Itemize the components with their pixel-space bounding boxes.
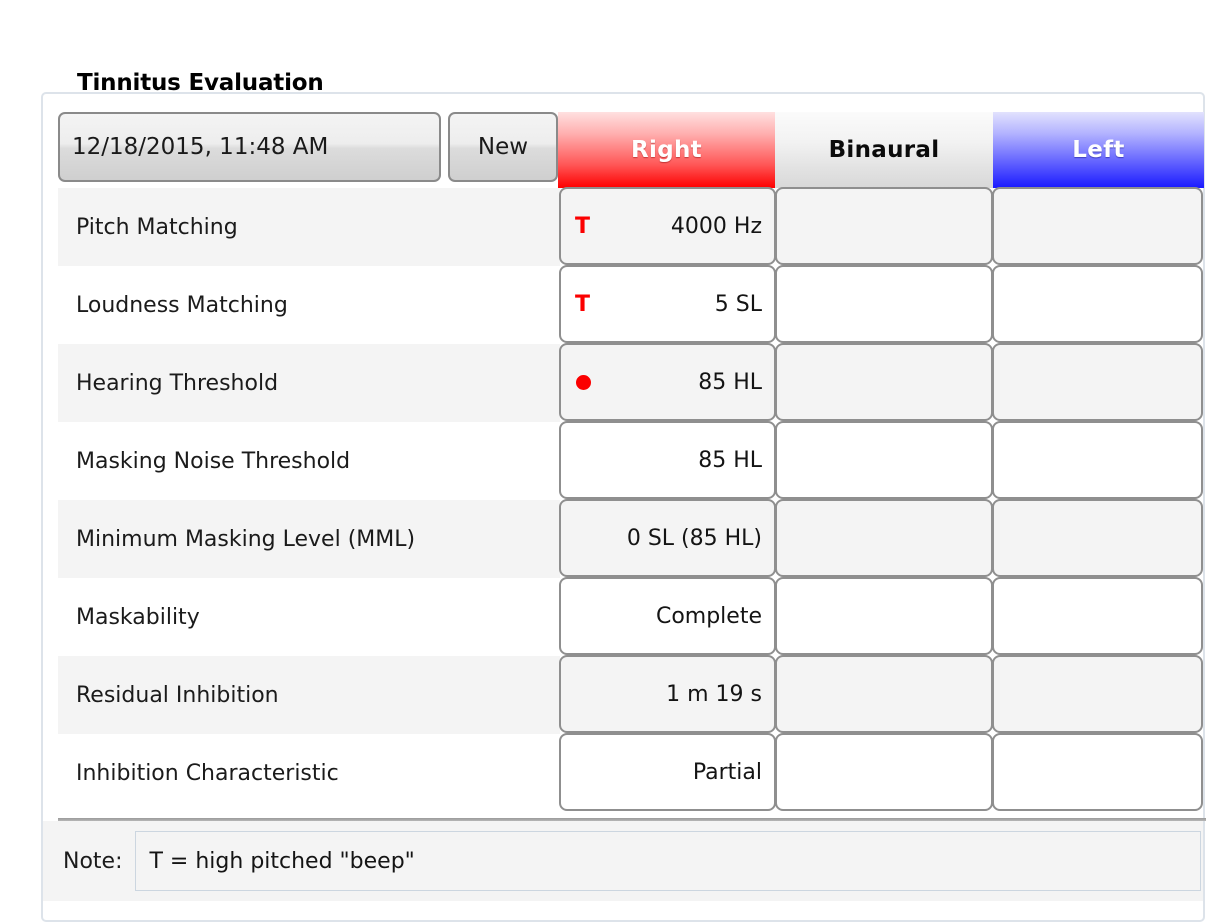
cell-right[interactable]: Complete xyxy=(559,577,776,655)
tab-left-label: Left xyxy=(1072,137,1125,163)
cell-binaural[interactable] xyxy=(775,343,993,421)
cell-right[interactable]: 85 HL xyxy=(559,421,776,499)
note-value: T = high pitched "beep" xyxy=(149,848,415,874)
cell-right[interactable]: Partial xyxy=(559,733,776,811)
tab-right-label: Right xyxy=(631,137,702,163)
session-date-dropdown[interactable]: 12/18/2015, 11:48 AM xyxy=(58,112,441,182)
cell-right-value: Complete xyxy=(655,603,762,629)
row-label: Residual Inhibition xyxy=(58,656,560,734)
cell-right-value: 85 HL xyxy=(698,369,762,395)
cell-right[interactable]: 85 HL xyxy=(559,343,776,421)
table-row: Loudness Matching T 5 SL xyxy=(58,265,1206,344)
table-row: Inhibition Characteristic Partial xyxy=(58,733,1206,812)
row-label: Loudness Matching xyxy=(58,266,560,344)
cell-right[interactable]: 0 SL (85 HL) xyxy=(559,499,776,577)
row-label: Hearing Threshold xyxy=(58,344,560,422)
cell-right[interactable]: T 5 SL xyxy=(559,265,776,343)
cell-binaural[interactable] xyxy=(775,499,993,577)
cell-right-value: 1 m 19 s xyxy=(666,681,762,707)
cell-left[interactable] xyxy=(992,421,1203,499)
table-row: Maskability Complete xyxy=(58,577,1206,656)
tinnitus-evaluation-page: Tinnitus Evaluation 12/18/2015, 11:48 AM… xyxy=(0,0,1226,922)
cell-left[interactable] xyxy=(992,733,1203,811)
table-row: Residual Inhibition 1 m 19 s xyxy=(58,655,1206,734)
cell-binaural[interactable] xyxy=(775,187,993,265)
cell-right-value: 85 HL xyxy=(698,447,762,473)
table-row: Hearing Threshold 85 HL xyxy=(58,343,1206,422)
cell-binaural[interactable] xyxy=(775,421,993,499)
tinnitus-marker-icon: T xyxy=(575,291,591,317)
row-label: Pitch Matching xyxy=(58,188,560,266)
note-label: Note: xyxy=(63,848,123,874)
table-row: Masking Noise Threshold 85 HL xyxy=(58,421,1206,500)
cell-right-value: 5 SL xyxy=(714,291,762,317)
row-label: Inhibition Characteristic xyxy=(58,734,560,812)
cell-right-value: 0 SL (85 HL) xyxy=(626,525,762,551)
table-row: Minimum Masking Level (MML) 0 SL (85 HL) xyxy=(58,499,1206,578)
tab-binaural[interactable]: Binaural xyxy=(775,112,993,188)
threshold-dot-icon xyxy=(576,374,591,390)
table-row: Pitch Matching T 4000 Hz xyxy=(58,187,1206,266)
tab-binaural-label: Binaural xyxy=(828,137,940,163)
cell-right[interactable]: T 4000 Hz xyxy=(559,187,776,265)
tab-right[interactable]: Right xyxy=(558,112,775,188)
evaluation-table: 12/18/2015, 11:48 AM New Right Binaural … xyxy=(58,112,1206,812)
cell-binaural[interactable] xyxy=(775,577,993,655)
cell-left[interactable] xyxy=(992,265,1203,343)
tinnitus-marker-icon: T xyxy=(575,213,591,239)
cell-binaural[interactable] xyxy=(775,265,993,343)
cell-left[interactable] xyxy=(992,655,1203,733)
cell-binaural[interactable] xyxy=(775,733,993,811)
cell-right-value: Partial xyxy=(692,759,762,785)
cell-left[interactable] xyxy=(992,187,1203,265)
row-label: Masking Noise Threshold xyxy=(58,422,560,500)
cell-binaural[interactable] xyxy=(775,655,993,733)
note-input[interactable]: T = high pitched "beep" xyxy=(134,831,1201,891)
table-header-row: 12/18/2015, 11:48 AM New Right Binaural … xyxy=(58,112,1206,188)
cell-right[interactable]: 1 m 19 s xyxy=(559,655,776,733)
note-row: Note: T = high pitched "beep" xyxy=(43,821,1203,901)
cell-right-value: 4000 Hz xyxy=(670,213,762,239)
cell-left[interactable] xyxy=(992,577,1203,655)
cell-left[interactable] xyxy=(992,499,1203,577)
cell-left[interactable] xyxy=(992,343,1203,421)
row-label: Maskability xyxy=(58,578,560,656)
tab-left[interactable]: Left xyxy=(993,112,1204,188)
row-label: Minimum Masking Level (MML) xyxy=(58,500,560,578)
new-session-button[interactable]: New xyxy=(448,112,558,182)
session-date-value: 12/18/2015, 11:48 AM xyxy=(72,134,329,160)
new-session-label: New xyxy=(477,134,529,160)
